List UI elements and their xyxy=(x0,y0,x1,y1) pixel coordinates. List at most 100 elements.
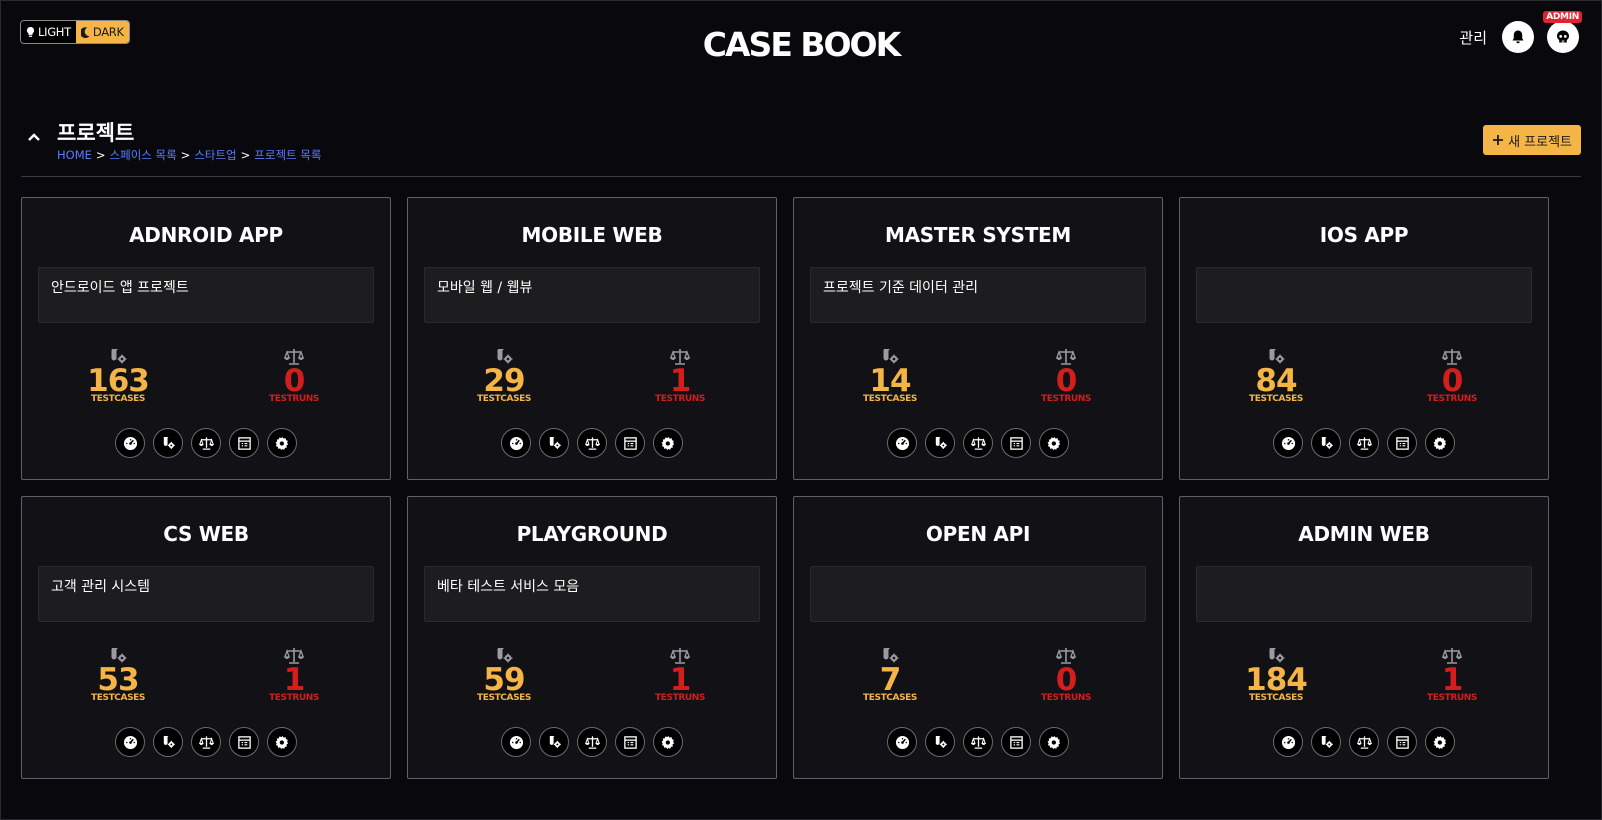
page-title: 프로젝트 xyxy=(57,121,135,145)
testcases-button[interactable] xyxy=(153,727,183,757)
dashboard-icon xyxy=(895,436,909,450)
dashboard-button[interactable] xyxy=(887,428,917,458)
breadcrumb-projects[interactable]: 프로젝트 목록 xyxy=(254,148,321,162)
testruns-button[interactable] xyxy=(577,428,607,458)
testcases-stat[interactable]: 59 TESTCASES xyxy=(454,647,554,703)
testruns-button[interactable] xyxy=(963,727,993,757)
testcases-button[interactable] xyxy=(925,428,955,458)
testcase-icon xyxy=(549,735,561,748)
settings-button[interactable] xyxy=(1425,727,1455,757)
reports-button[interactable] xyxy=(1001,727,1031,757)
reports-button[interactable] xyxy=(615,428,645,458)
reports-button[interactable] xyxy=(1001,428,1031,458)
project-description xyxy=(810,566,1146,622)
app-logo[interactable]: CASE BOOK xyxy=(1,25,1601,64)
project-title[interactable]: CS WEB xyxy=(22,522,390,546)
testruns-stat[interactable]: 1 TESTRUNS xyxy=(630,348,730,404)
testcases-stat[interactable]: 29 TESTCASES xyxy=(454,348,554,404)
settings-button[interactable] xyxy=(1039,428,1069,458)
testcases-button[interactable] xyxy=(539,727,569,757)
testcases-stat[interactable]: 163 TESTCASES xyxy=(68,348,168,404)
dashboard-button[interactable] xyxy=(887,727,917,757)
settings-button[interactable] xyxy=(267,428,297,458)
settings-icon xyxy=(275,436,288,450)
testcases-stat[interactable]: 53 TESTCASES xyxy=(68,647,168,703)
project-title[interactable]: IOS APP xyxy=(1180,223,1548,247)
dashboard-button[interactable] xyxy=(501,727,531,757)
profile-button[interactable]: ADMIN xyxy=(1543,11,1582,53)
testruns-stat[interactable]: 0 TESTRUNS xyxy=(244,348,344,404)
card-actions xyxy=(22,727,390,757)
dashboard-button[interactable] xyxy=(501,428,531,458)
notification-button[interactable] xyxy=(1502,21,1534,53)
settings-button[interactable] xyxy=(267,727,297,757)
testcases-button[interactable] xyxy=(925,727,955,757)
project-description: 고객 관리 시스템 xyxy=(38,566,374,622)
testruns-button[interactable] xyxy=(191,727,221,757)
reports-button[interactable] xyxy=(615,727,645,757)
dashboard-button[interactable] xyxy=(115,428,145,458)
reports-button[interactable] xyxy=(1387,428,1417,458)
testcases-count: 29 xyxy=(483,363,525,399)
dashboard-button[interactable] xyxy=(1273,727,1303,757)
testruns-stat[interactable]: 1 TESTRUNS xyxy=(244,647,344,703)
dashboard-icon xyxy=(1281,436,1295,450)
project-card: OPEN API 7 TESTCASES 0 TESTRUNS xyxy=(793,496,1163,779)
project-title[interactable]: ADMIN WEB xyxy=(1180,522,1548,546)
reports-button[interactable] xyxy=(229,428,259,458)
testcases-stat[interactable]: 184 TESTCASES xyxy=(1226,647,1326,703)
admin-link[interactable]: 관리 xyxy=(1459,27,1487,48)
testruns-button[interactable] xyxy=(1349,428,1379,458)
project-title[interactable]: OPEN API xyxy=(794,522,1162,546)
top-right-menu: 관리 ADMIN xyxy=(1459,11,1582,53)
settings-icon xyxy=(1433,735,1446,749)
testcases-stat[interactable]: 84 TESTCASES xyxy=(1226,348,1326,404)
reports-button[interactable] xyxy=(1387,727,1417,757)
settings-button[interactable] xyxy=(653,727,683,757)
breadcrumb-space[interactable]: 스타트업 xyxy=(194,148,236,162)
testruns-button[interactable] xyxy=(577,727,607,757)
testcases-button[interactable] xyxy=(539,428,569,458)
testcases-stat[interactable]: 7 TESTCASES xyxy=(840,647,940,703)
settings-icon xyxy=(661,735,674,749)
card-actions xyxy=(1180,428,1548,458)
testruns-stat[interactable]: 1 TESTRUNS xyxy=(1402,647,1502,703)
card-actions xyxy=(1180,727,1548,757)
testruns-button[interactable] xyxy=(191,428,221,458)
testruns-count: 1 xyxy=(669,662,692,698)
project-card: PLAYGROUND 베타 테스트 서비스 모음 59 TESTCASES 1 … xyxy=(407,496,777,779)
testruns-button[interactable] xyxy=(963,428,993,458)
testruns-stat[interactable]: 1 TESTRUNS xyxy=(630,647,730,703)
testruns-label: TESTRUNS xyxy=(1427,394,1477,404)
project-title[interactable]: ADNROID APP xyxy=(22,223,390,247)
project-title[interactable]: PLAYGROUND xyxy=(408,522,776,546)
breadcrumb-spaces[interactable]: 스페이스 목록 xyxy=(110,148,177,162)
reports-button[interactable] xyxy=(229,727,259,757)
testcases-stat[interactable]: 14 TESTCASES xyxy=(840,348,940,404)
project-title[interactable]: MOBILE WEB xyxy=(408,223,776,247)
testcase-icon xyxy=(1321,735,1333,748)
settings-button[interactable] xyxy=(653,428,683,458)
breadcrumb-home[interactable]: HOME xyxy=(57,148,92,162)
testruns-stat[interactable]: 0 TESTRUNS xyxy=(1016,348,1116,404)
admin-badge: ADMIN xyxy=(1543,11,1582,23)
project-title[interactable]: MASTER SYSTEM xyxy=(794,223,1162,247)
dashboard-button[interactable] xyxy=(1273,428,1303,458)
settings-button[interactable] xyxy=(1425,428,1455,458)
testruns-stat[interactable]: 0 TESTRUNS xyxy=(1402,348,1502,404)
dashboard-button[interactable] xyxy=(115,727,145,757)
testruns-label: TESTRUNS xyxy=(1041,693,1091,703)
chevron-up-icon[interactable] xyxy=(26,129,42,145)
testruns-count: 0 xyxy=(1055,662,1078,698)
testruns-button[interactable] xyxy=(1349,727,1379,757)
testcases-count: 7 xyxy=(879,662,902,698)
report-icon xyxy=(623,436,637,450)
settings-button[interactable] xyxy=(1039,727,1069,757)
testcases-button[interactable] xyxy=(1311,727,1341,757)
testcases-button[interactable] xyxy=(153,428,183,458)
testcases-button[interactable] xyxy=(1311,428,1341,458)
dashboard-icon xyxy=(123,735,137,749)
new-project-button[interactable]: 새 프로젝트 xyxy=(1483,125,1581,155)
testruns-stat[interactable]: 0 TESTRUNS xyxy=(1016,647,1116,703)
project-card: MOBILE WEB 모바일 웹 / 웹뷰 29 TESTCASES 1 TES… xyxy=(407,197,777,480)
